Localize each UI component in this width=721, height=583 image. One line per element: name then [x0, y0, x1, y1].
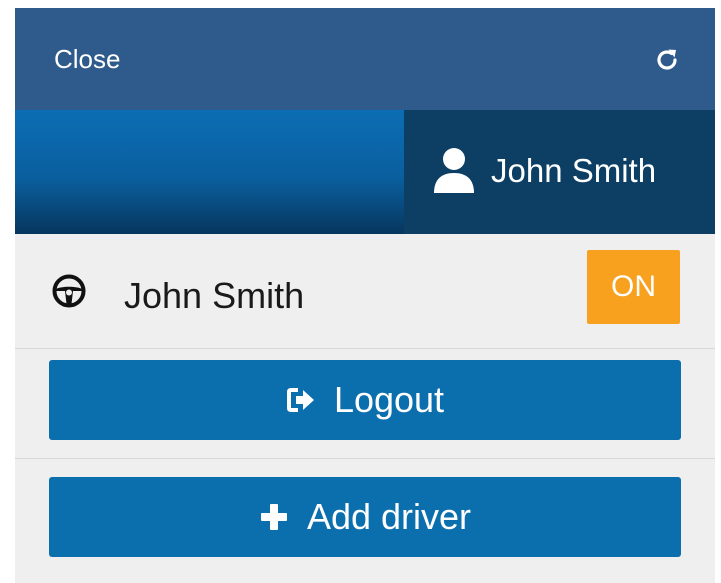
user-icon: [434, 148, 474, 193]
logout-button[interactable]: Logout: [49, 360, 681, 440]
logout-button-content: Logout: [49, 360, 681, 440]
driver-status-toggle[interactable]: ON: [587, 250, 680, 324]
add-driver-button-content: Add driver: [49, 477, 681, 557]
add-driver-button[interactable]: Add driver: [49, 477, 681, 557]
sign-out-icon: [286, 388, 314, 412]
close-button[interactable]: Close: [54, 44, 120, 75]
driver-name: John Smith: [124, 275, 305, 316]
current-user-name: John Smith: [491, 152, 657, 189]
divider: [15, 458, 715, 459]
current-user[interactable]: John Smith: [404, 110, 715, 234]
plus-icon: [260, 504, 287, 530]
driver-row: John Smith ON: [15, 234, 715, 349]
user-bar: John Smith: [15, 110, 715, 234]
driver-panel: Close John Smith John Smith ON Logout Ad…: [15, 8, 715, 583]
header-bar: Close: [15, 8, 715, 110]
logout-label: Logout: [333, 379, 445, 420]
add-driver-label: Add driver: [306, 496, 472, 537]
steering-wheel-icon: [52, 274, 86, 308]
refresh-icon[interactable]: [653, 46, 681, 74]
